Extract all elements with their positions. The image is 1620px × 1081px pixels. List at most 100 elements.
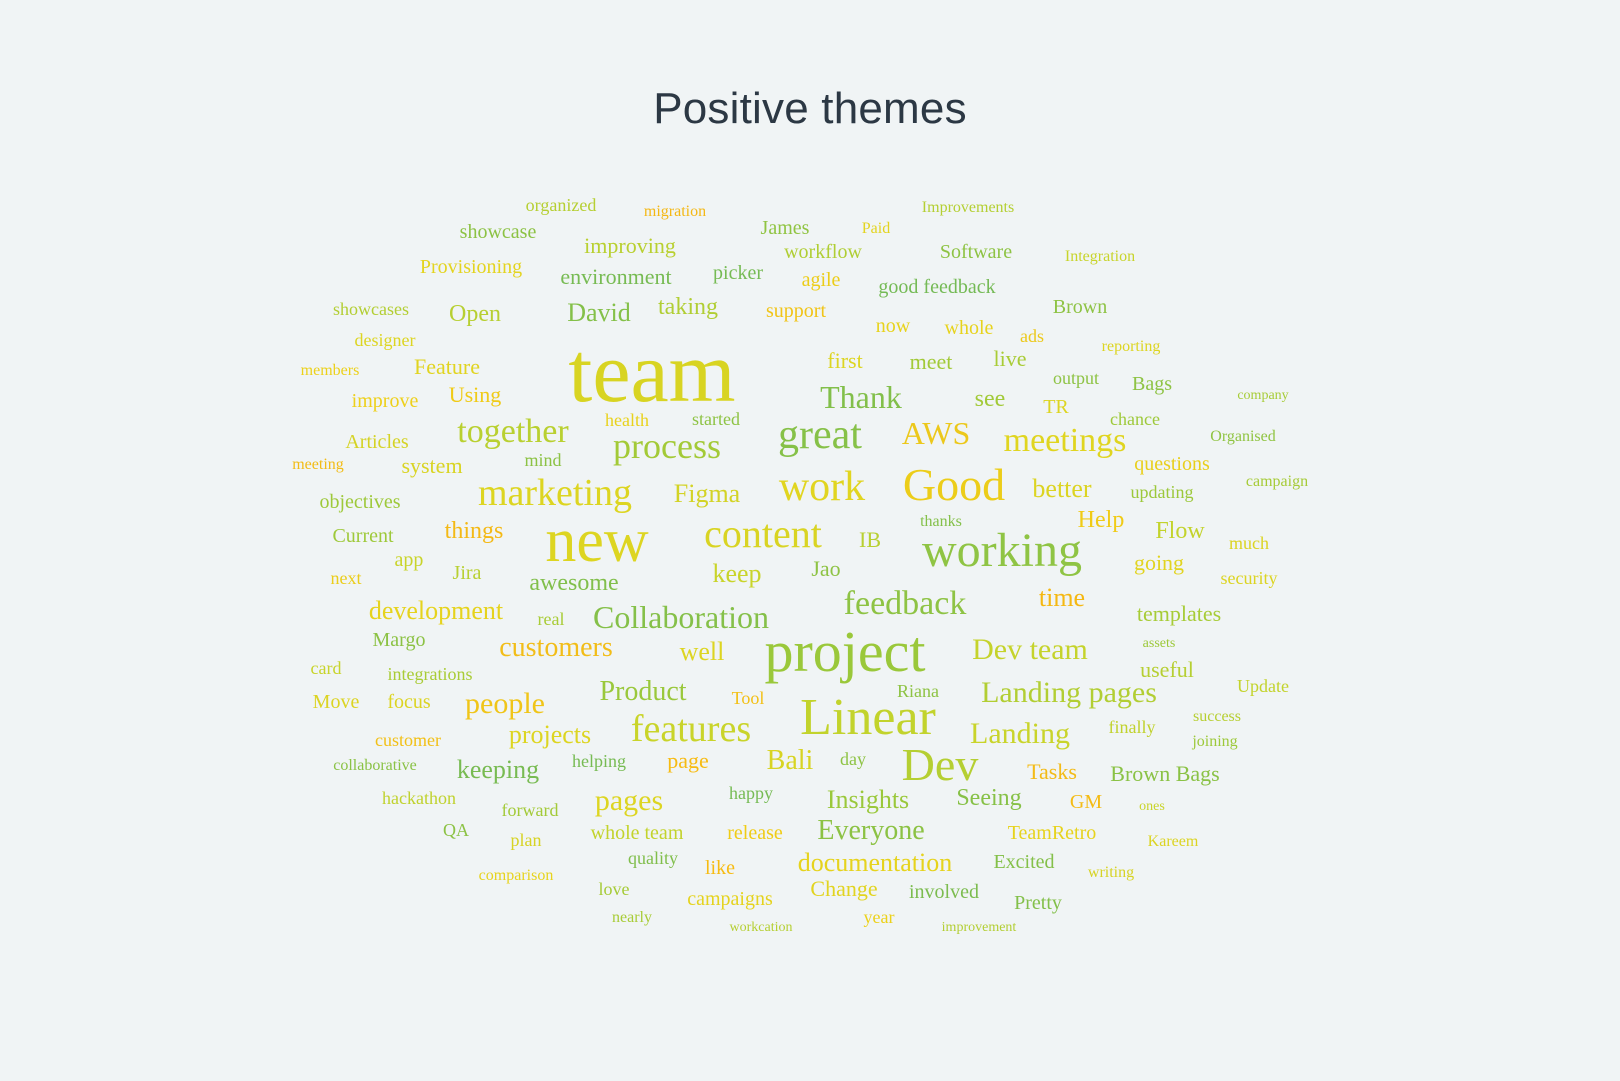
cloud-word[interactable]: nearly — [612, 910, 652, 926]
cloud-word[interactable]: output — [1053, 369, 1099, 387]
cloud-word[interactable]: updating — [1131, 483, 1194, 501]
cloud-word[interactable]: Current — [332, 526, 393, 546]
cloud-word[interactable]: Riana — [897, 682, 939, 700]
cloud-word[interactable]: templates — [1137, 603, 1221, 625]
cloud-word[interactable]: IB — [859, 529, 881, 551]
cloud-word[interactable]: helping — [572, 752, 626, 770]
cloud-word[interactable]: Tasks — [1027, 761, 1077, 783]
cloud-word[interactable]: Insights — [827, 787, 909, 813]
cloud-word[interactable]: Feature — [414, 356, 480, 378]
cloud-word[interactable]: features — [631, 710, 751, 748]
cloud-word[interactable]: meetings — [1004, 424, 1127, 458]
cloud-word[interactable]: improvement — [942, 921, 1017, 935]
cloud-word[interactable]: plan — [511, 831, 542, 849]
cloud-word[interactable]: Dev — [902, 742, 979, 788]
cloud-word[interactable]: Thank — [820, 381, 902, 413]
cloud-word[interactable]: content — [704, 514, 822, 554]
cloud-word[interactable]: campaigns — [687, 889, 773, 909]
cloud-word[interactable]: awesome — [529, 571, 618, 595]
cloud-word[interactable]: Improvements — [922, 200, 1014, 216]
cloud-word[interactable]: improving — [584, 235, 676, 257]
cloud-word[interactable]: app — [395, 550, 424, 570]
cloud-word[interactable]: Jao — [811, 558, 840, 580]
cloud-word[interactable]: first — [827, 350, 862, 372]
cloud-word[interactable]: Good — [903, 462, 1005, 508]
cloud-word[interactable]: day — [840, 750, 866, 768]
cloud-word[interactable]: success — [1193, 709, 1241, 725]
cloud-word[interactable]: quality — [628, 849, 678, 867]
cloud-word[interactable]: showcase — [460, 222, 537, 242]
cloud-word[interactable]: organized — [526, 196, 597, 214]
cloud-word[interactable]: Change — [810, 878, 877, 900]
cloud-word[interactable]: agile — [802, 270, 841, 290]
cloud-word[interactable]: customer — [375, 731, 441, 749]
cloud-word[interactable]: Brown — [1053, 297, 1107, 317]
cloud-word[interactable]: taking — [658, 295, 718, 319]
cloud-word[interactable]: QA — [443, 821, 469, 839]
cloud-word[interactable]: system — [401, 455, 462, 477]
cloud-word[interactable]: next — [331, 569, 362, 587]
cloud-word[interactable]: assets — [1143, 637, 1176, 651]
cloud-word[interactable]: Kareem — [1148, 834, 1199, 850]
cloud-word[interactable]: well — [680, 639, 725, 665]
cloud-word[interactable]: going — [1134, 552, 1184, 574]
cloud-word[interactable]: workcation — [730, 921, 793, 935]
cloud-word[interactable]: AWS — [902, 417, 971, 449]
cloud-word[interactable]: collaborative — [333, 758, 417, 774]
cloud-word[interactable]: much — [1229, 534, 1269, 552]
cloud-word[interactable]: Paid — [862, 221, 890, 237]
cloud-word[interactable]: keeping — [457, 757, 539, 783]
cloud-word[interactable]: TR — [1043, 397, 1069, 417]
cloud-word[interactable]: ones — [1139, 800, 1165, 814]
cloud-word[interactable]: live — [994, 348, 1027, 370]
cloud-word[interactable]: Seeing — [956, 786, 1021, 810]
cloud-word[interactable]: Articles — [345, 432, 408, 452]
cloud-word[interactable]: Bali — [767, 747, 814, 775]
cloud-word[interactable]: Tool — [732, 689, 765, 707]
cloud-word[interactable]: workflow — [784, 242, 862, 262]
cloud-word[interactable]: Using — [449, 384, 502, 406]
cloud-word[interactable]: Provisioning — [420, 257, 522, 277]
cloud-word[interactable]: Landing pages — [981, 678, 1157, 708]
cloud-word[interactable]: improve — [352, 391, 419, 411]
cloud-word[interactable]: marketing — [478, 474, 632, 512]
cloud-word[interactable]: happy — [729, 784, 773, 802]
cloud-word[interactable]: keep — [712, 561, 761, 587]
cloud-word[interactable]: whole team — [591, 823, 684, 843]
cloud-word[interactable]: release — [727, 823, 783, 843]
cloud-word[interactable]: time — [1039, 585, 1085, 611]
cloud-word[interactable]: health — [605, 411, 649, 429]
cloud-word[interactable]: process — [613, 428, 721, 464]
cloud-word[interactable]: Brown Bags — [1110, 763, 1219, 785]
cloud-word[interactable]: card — [311, 659, 342, 677]
cloud-word[interactable]: people — [465, 689, 545, 719]
cloud-word[interactable]: Bags — [1132, 374, 1172, 394]
cloud-word[interactable]: see — [975, 387, 1006, 411]
cloud-word[interactable]: Dev team — [972, 635, 1088, 665]
cloud-word[interactable]: questions — [1134, 454, 1210, 474]
cloud-word[interactable]: picker — [713, 263, 763, 283]
cloud-word[interactable]: showcases — [333, 300, 409, 318]
cloud-word[interactable]: documentation — [798, 850, 953, 876]
cloud-word[interactable]: finally — [1109, 718, 1156, 736]
cloud-word[interactable]: Pretty — [1014, 893, 1062, 913]
cloud-word[interactable]: development — [369, 598, 503, 624]
cloud-word[interactable]: focus — [387, 692, 430, 712]
cloud-word[interactable]: designer — [355, 331, 416, 349]
cloud-word[interactable]: hackathon — [382, 789, 456, 807]
cloud-word[interactable]: Collaboration — [593, 601, 769, 633]
cloud-word[interactable]: comparison — [479, 868, 554, 884]
cloud-word[interactable]: forward — [502, 801, 559, 819]
cloud-word[interactable]: Software — [940, 242, 1012, 262]
cloud-word[interactable]: members — [301, 363, 360, 379]
cloud-word[interactable]: Figma — [674, 481, 740, 507]
cloud-word[interactable]: work — [779, 466, 865, 508]
cloud-word[interactable]: projects — [509, 722, 591, 748]
cloud-word[interactable]: company — [1237, 389, 1288, 403]
cloud-word[interactable]: chance — [1110, 410, 1160, 428]
cloud-word[interactable]: environment — [560, 266, 671, 288]
cloud-word[interactable]: Excited — [993, 852, 1054, 872]
cloud-word[interactable]: feedback — [844, 587, 967, 621]
cloud-word[interactable]: TeamRetro — [1008, 823, 1097, 843]
cloud-word[interactable]: whole — [945, 318, 994, 338]
